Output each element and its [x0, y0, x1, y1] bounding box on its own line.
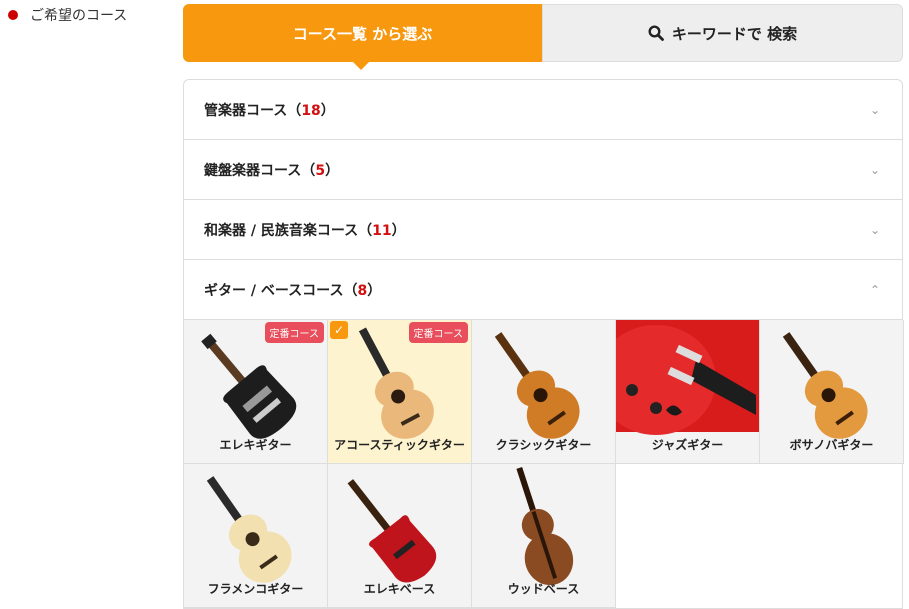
bullet-dot-icon	[8, 10, 18, 20]
search-icon	[648, 25, 664, 41]
course-card-electric-bass[interactable]: エレキベース	[328, 464, 472, 608]
chevron-down-icon: ⌄	[869, 102, 880, 117]
section-label-text: ご希望のコース	[30, 8, 128, 24]
category-row-wind[interactable]: 管楽器コース（18） ⌄	[184, 80, 902, 140]
chevron-up-icon: ⌃	[869, 282, 880, 297]
category-count: 11	[372, 222, 392, 239]
course-grid: 定番コース エレキギター ✓ 定番コース アコースティックギター クラシックギタ…	[184, 320, 904, 608]
chevron-down-icon: ⌄	[869, 222, 880, 237]
category-row-japanese[interactable]: 和楽器 / 民族音楽コース（11） ⌄	[184, 200, 902, 260]
category-count: 18	[301, 102, 321, 119]
tab-course-list-label: コース一覧 から選ぶ	[292, 24, 433, 43]
standard-course-badge: 定番コース	[408, 322, 468, 343]
course-card-upright-bass[interactable]: ウッドベース	[472, 464, 616, 608]
category-count: 5	[315, 162, 326, 179]
course-accordion: 管楽器コース（18） ⌄ 鍵盤楽器コース（5） ⌄ 和楽器 / 民族音楽コース（…	[183, 79, 904, 609]
course-label: クラシックギター	[495, 438, 592, 452]
course-label: エレキギター	[219, 438, 292, 452]
chevron-down-icon: ⌄	[869, 162, 880, 177]
course-label: フラメンコギター	[207, 582, 304, 596]
standard-course-badge: 定番コース	[264, 322, 324, 343]
category-title: 鍵盤楽器コース（5）	[204, 162, 340, 179]
course-card-electric-guitar[interactable]: 定番コース エレキギター	[184, 320, 328, 464]
course-label: ボサノバギター	[789, 438, 874, 452]
category-row-guitar[interactable]: ギター / ベースコース（8） ⌃	[184, 260, 902, 320]
tab-course-list[interactable]: コース一覧 から選ぶ	[183, 4, 542, 70]
selected-check-icon: ✓	[330, 321, 348, 339]
course-card-flamenco-guitar[interactable]: フラメンコギター	[184, 464, 328, 608]
course-label: ウッドベース	[507, 582, 580, 596]
course-card-acoustic-guitar[interactable]: ✓ 定番コース アコースティックギター	[328, 320, 472, 464]
tab-keyword-search[interactable]: キーワードで 検索	[542, 4, 903, 62]
course-label: エレキベース	[363, 582, 436, 596]
category-title: 管楽器コース（18）	[204, 102, 335, 119]
course-tabs: コース一覧 から選ぶ キーワードで 検索	[183, 4, 903, 70]
tab-keyword-search-label: キーワードで 検索	[671, 24, 798, 43]
course-label: ジャズギター	[651, 438, 724, 452]
category-title: 和楽器 / 民族音楽コース（11）	[204, 222, 406, 239]
course-label: アコースティックギター	[334, 438, 465, 452]
category-count: 8	[357, 282, 368, 299]
section-label: ご希望のコース	[8, 5, 127, 25]
category-title: ギター / ベースコース（8）	[204, 282, 382, 299]
course-card-jazz-guitar[interactable]: ジャズギター	[616, 320, 760, 464]
category-row-keyboard[interactable]: 鍵盤楽器コース（5） ⌄	[184, 140, 902, 200]
course-card-classical-guitar[interactable]: クラシックギター	[472, 320, 616, 464]
course-card-bossa-nova-guitar[interactable]: ボサノバギター	[760, 320, 904, 464]
